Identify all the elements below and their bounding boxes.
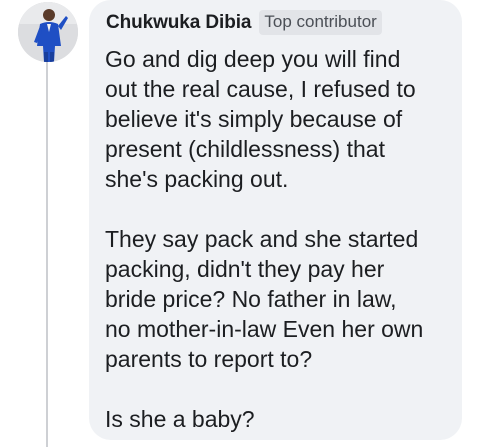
top-contributor-badge: Top contributor — [259, 10, 382, 35]
comment-bubble: Chukwuka Dibia Top contributor Go and di… — [89, 0, 462, 440]
comment-text: Go and dig deep you will find out the re… — [105, 46, 424, 432]
author-name[interactable]: Chukwuka Dibia — [106, 12, 251, 34]
profile-photo-icon — [18, 2, 78, 62]
avatar[interactable] — [18, 2, 78, 62]
comment-header: Chukwuka Dibia Top contributor — [106, 10, 382, 35]
reply-thread-line — [46, 62, 48, 447]
